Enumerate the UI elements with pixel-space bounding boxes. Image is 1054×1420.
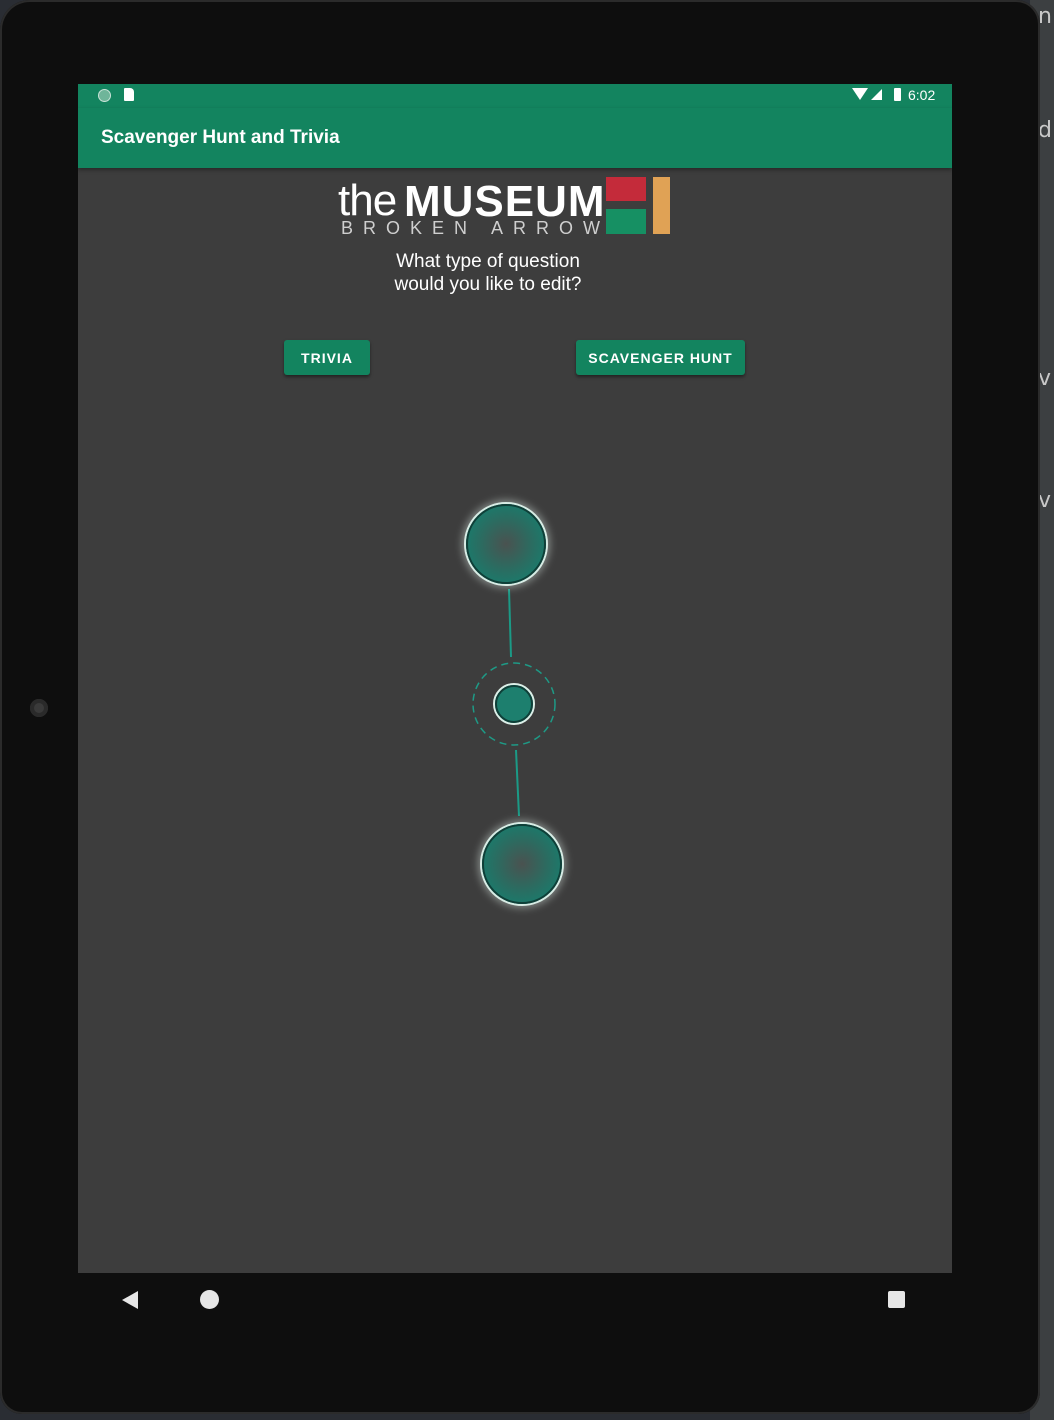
wifi-icon <box>852 88 868 100</box>
question-line-1: What type of question <box>396 251 580 272</box>
logo-green-block <box>606 209 646 234</box>
logo-red-block <box>606 177 646 201</box>
logo-subtitle: BROKEN ARROW <box>341 218 611 238</box>
app-title: Scavenger Hunt and Trivia <box>101 127 340 148</box>
tablet-frame: 6:02 Scavenger Hunt and Trivia the MUSEU… <box>0 0 1040 1414</box>
notification-dot-icon <box>98 89 111 102</box>
status-time: 6:02 <box>908 87 936 103</box>
touch-point-circle <box>462 500 550 588</box>
ide-edge-char: n <box>1038 4 1052 29</box>
trail-line <box>515 749 520 817</box>
touch-point-center <box>472 662 556 746</box>
status-bar: 6:02 <box>78 84 952 108</box>
sd-card-icon <box>124 88 134 101</box>
navigation-bar <box>0 1273 1040 1333</box>
device-screen: 6:02 Scavenger Hunt and Trivia the MUSEU… <box>78 84 952 1273</box>
recents-icon[interactable] <box>888 1291 905 1308</box>
touch-point-circle <box>478 820 566 908</box>
camera-icon <box>30 699 48 717</box>
ide-edge-char: d <box>1038 118 1052 143</box>
question-line-2: would you like to edit? <box>394 274 582 295</box>
trivia-button[interactable]: TRIVIA <box>284 340 370 375</box>
battery-icon <box>894 88 901 101</box>
trail-line <box>508 588 512 658</box>
home-icon[interactable] <box>200 1290 219 1309</box>
scavenger-hunt-button[interactable]: SCAVENGER HUNT <box>576 340 745 375</box>
question-prompt: What type of question would you like to … <box>338 250 638 296</box>
back-icon[interactable] <box>122 1291 138 1309</box>
museum-logo: the MUSEUM BROKEN ARROW <box>336 176 676 242</box>
logo-orange-bar <box>653 177 670 234</box>
app-bar: Scavenger Hunt and Trivia <box>78 108 952 168</box>
signal-icon <box>871 89 882 100</box>
